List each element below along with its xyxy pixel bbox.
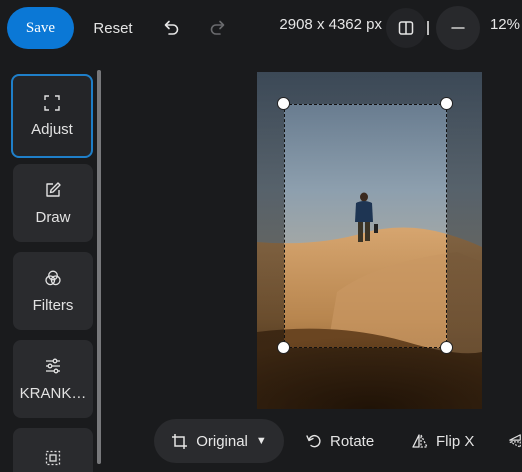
frame-icon [45, 450, 61, 466]
rotate-label: Rotate [330, 432, 375, 450]
crop-handle-bottom-left[interactable] [277, 341, 290, 354]
flip-x-button[interactable]: Flip X [412, 419, 474, 463]
flip-y-button[interactable] [508, 419, 522, 463]
tool-krank[interactable]: KRANK… [13, 340, 93, 418]
tool-draw[interactable]: Draw [13, 164, 93, 242]
zoom-out-button[interactable] [436, 6, 480, 50]
redo-icon [210, 20, 225, 35]
tool-filters[interactable]: Filters [13, 252, 93, 330]
pencil-square-icon [46, 181, 61, 197]
undo-icon [164, 20, 179, 35]
rotate-icon [306, 434, 321, 448]
image-dimensions: 2908 x 4362 px [279, 16, 382, 33]
aspect-ratio-label: Original [196, 432, 248, 450]
undo-button[interactable] [155, 12, 187, 44]
rotate-button[interactable]: Rotate [306, 419, 374, 463]
flip-x-label: Flip X [436, 432, 475, 450]
circles-icon [45, 270, 61, 285]
save-button[interactable]: Save [7, 7, 74, 49]
tool-adjust[interactable]: Adjust [11, 74, 93, 158]
crop-handle-top-left[interactable] [277, 97, 290, 110]
crop-handle-bottom-right[interactable] [440, 341, 453, 354]
split-view-icon [398, 21, 414, 35]
compare-button[interactable] [386, 8, 426, 48]
sliders-icon [46, 358, 60, 373]
crop-icon [172, 433, 188, 449]
tool-label: KRANK… [19, 384, 87, 402]
tool-frame[interactable] [13, 428, 93, 472]
minus-icon [451, 27, 465, 29]
sidebar-scrollbar-thumb[interactable] [97, 70, 101, 464]
tool-label: Filters [32, 296, 74, 314]
flip-vertical-icon [509, 434, 521, 448]
zoom-level: 12% [489, 16, 520, 33]
crop-frame[interactable] [284, 104, 447, 348]
crop-corners-icon [44, 94, 60, 111]
redo-button[interactable] [202, 12, 234, 44]
aspect-ratio-dropdown[interactable]: Original ▼ [154, 419, 284, 463]
tool-label: Adjust [31, 120, 73, 138]
caret-down-icon: ▼ [255, 435, 267, 447]
flip-horizontal-icon [412, 434, 428, 448]
reset-button[interactable]: Reset [84, 7, 142, 49]
toolbar-divider [427, 21, 429, 35]
crop-handle-top-right[interactable] [440, 97, 453, 110]
tool-label: Draw [35, 208, 71, 226]
